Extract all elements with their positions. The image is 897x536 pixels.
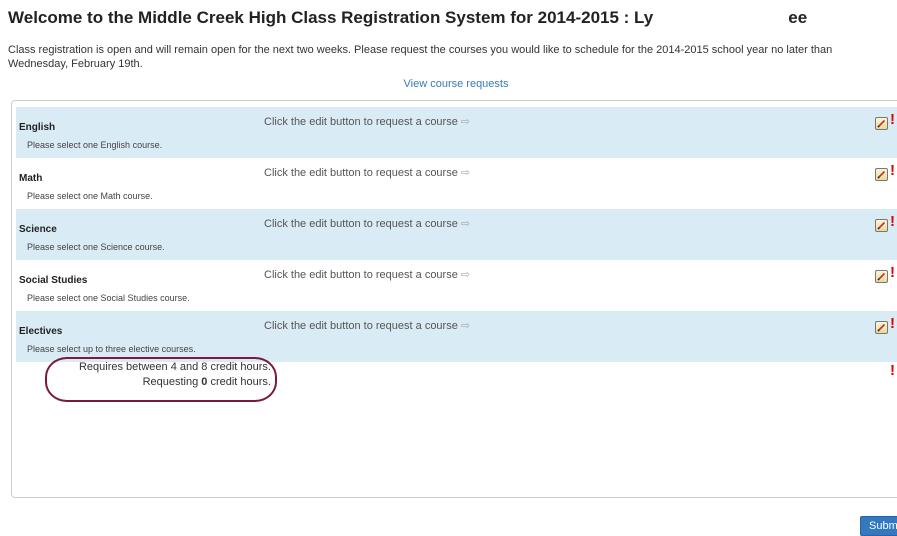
exclamation-icon: ! [890,111,895,128]
page-title-tail: ee [788,8,808,27]
edit-icon [877,323,886,332]
edit-button-electives[interactable] [875,321,888,334]
arrow-right-icon: ⇨ [460,116,471,128]
arrow-right-icon: ⇨ [460,167,471,179]
redacted-name [653,11,788,23]
subject-name: Science [19,224,57,235]
edit-button-science[interactable] [875,219,888,232]
edit-button-social-studies[interactable] [875,270,888,283]
arrow-right-icon: ⇨ [460,269,471,281]
subject-row-electives: Electives Click the edit button to reque… [16,311,897,362]
subject-name: Social Studies [19,275,88,286]
subject-name: Math [19,173,43,184]
request-hint-text: Click the edit button to request a cours… [264,218,458,230]
request-hint: Click the edit button to request a cours… [264,115,470,128]
subject-description: Please select one Social Studies course. [27,293,190,303]
subject-row-english: English Click the edit button to request… [16,107,897,158]
arrow-right-icon: ⇨ [460,320,471,332]
request-hint: Click the edit button to request a cours… [264,166,470,179]
edit-button-english[interactable] [875,117,888,130]
subject-description: Please select up to three elective cours… [27,344,196,354]
exclamation-icon: ! [890,213,895,230]
edit-button-math[interactable] [875,168,888,181]
view-course-requests-link[interactable]: View course requests [0,78,897,90]
subject-name: Electives [19,326,63,337]
subject-description: Please select one Science course. [27,242,165,252]
request-hint-text: Click the edit button to request a cours… [264,320,458,332]
request-hint: Click the edit button to request a cours… [264,217,470,230]
subject-row-math: Math Click the edit button to request a … [16,158,897,209]
subject-description: Please select one English course. [27,140,163,150]
request-hint-text: Click the edit button to request a cours… [264,116,458,128]
request-hint-text: Click the edit button to request a cours… [264,269,458,281]
edit-icon [877,119,886,128]
exclamation-icon: ! [890,162,895,179]
edit-icon [877,170,886,179]
edit-icon [877,221,886,230]
edit-icon [877,272,886,281]
request-hint-text: Click the edit button to request a cours… [264,167,458,179]
subject-row-social-studies: Social Studies Click the edit button to … [16,260,897,311]
request-hint: Click the edit button to request a cours… [264,268,470,281]
subject-row-science: Science Click the edit button to request… [16,209,897,260]
subject-name: English [19,122,56,133]
intro-text: Class registration is open and will rema… [8,44,833,70]
submit-button[interactable]: Submit [860,516,897,536]
arrow-right-icon: ⇨ [460,218,471,230]
annotation-oval [45,357,277,402]
page-title-text: Welcome to the Middle Creek High Class R… [8,8,654,27]
exclamation-icon: ! [890,315,895,332]
exclamation-icon: ! [890,362,895,379]
request-hint: Click the edit button to request a cours… [264,319,470,332]
page-title: Welcome to the Middle Creek High Class R… [8,8,897,28]
exclamation-icon: ! [890,264,895,281]
subject-description: Please select one Math course. [27,191,153,201]
